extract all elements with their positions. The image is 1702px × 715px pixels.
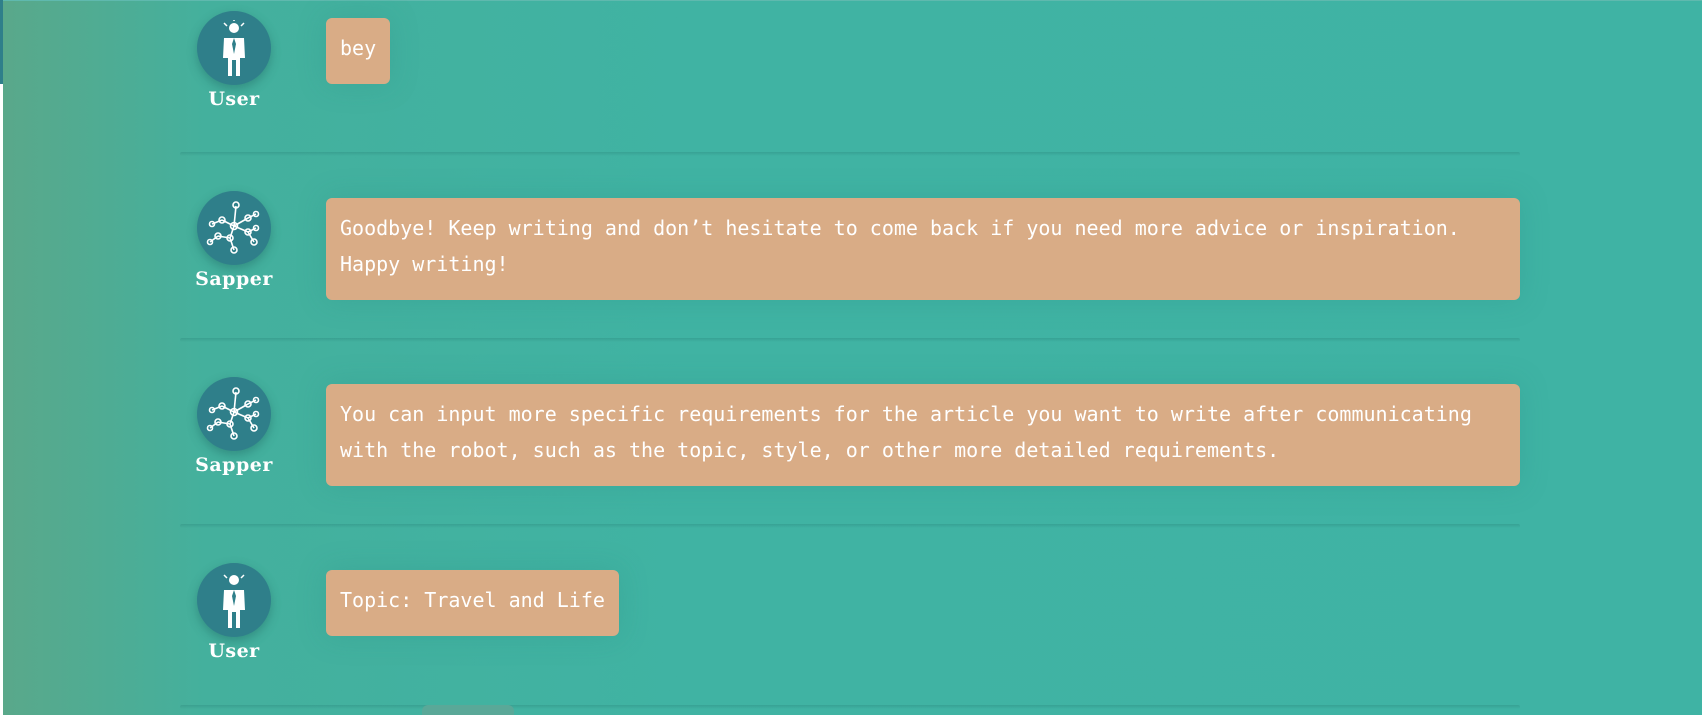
message-author: User xyxy=(208,640,260,662)
avatar xyxy=(197,563,271,637)
message-author: User xyxy=(208,88,260,110)
message-author-block: User xyxy=(188,563,280,662)
neural-network-icon xyxy=(204,198,264,258)
message-divider xyxy=(180,524,1520,528)
chat-history[interactable]: User bey Sapper Goodbye! Keep writing an… xyxy=(0,0,1702,715)
message-bubble: Goodbye! Keep writing and don’t hesitate… xyxy=(326,198,1520,300)
message-text: Topic: Travel and Life xyxy=(340,588,605,612)
message-author-block: User xyxy=(188,11,280,110)
message-author: Sapper xyxy=(195,454,273,476)
message-author-block: Sapper xyxy=(188,191,280,290)
next-message-bubble xyxy=(422,705,514,715)
message-bubble: bey xyxy=(326,18,391,84)
message-divider xyxy=(180,152,1520,156)
message-text: You can input more specific requirements… xyxy=(340,402,1472,462)
avatar xyxy=(197,377,271,451)
avatar xyxy=(197,191,271,265)
avatar xyxy=(197,11,271,85)
message-author-block: Sapper xyxy=(188,377,280,476)
message-divider xyxy=(180,338,1520,342)
message-bubble: You can input more specific requirements… xyxy=(326,384,1520,486)
neural-network-icon xyxy=(204,384,264,444)
message-divider xyxy=(180,705,1520,709)
user-icon xyxy=(214,20,254,76)
message-bubble: Topic: Travel and Life xyxy=(326,570,619,636)
message-text: Goodbye! Keep writing and don’t hesitate… xyxy=(340,216,1460,276)
message-text: bey xyxy=(340,36,377,60)
message-author: Sapper xyxy=(195,268,273,290)
user-icon xyxy=(214,572,254,628)
